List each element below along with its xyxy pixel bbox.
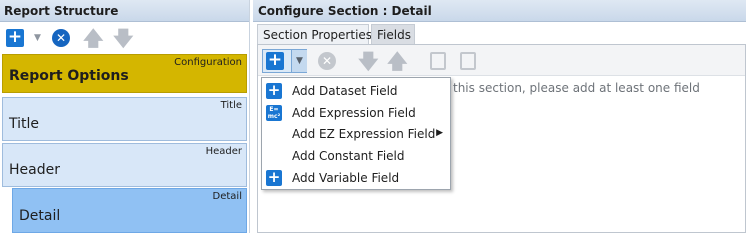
menu-item-add-ez-expression-field[interactable]: Add EZ Expression Field ▶ (262, 123, 450, 145)
tab-section-properties[interactable]: Section Properties (257, 24, 372, 44)
section-name: Header (9, 162, 60, 178)
plus-square-icon[interactable]: + (266, 52, 284, 70)
menu-item-label: Add Dataset Field (292, 84, 398, 98)
section-name: Report Options (9, 68, 129, 84)
section-name: Detail (19, 208, 61, 224)
section-header[interactable]: Header Header (2, 143, 247, 187)
section-report-options[interactable]: Configuration Report Options (2, 54, 247, 93)
menu-item-label: Add Constant Field (292, 149, 405, 163)
add-field-split-button[interactable]: + ▼ (262, 49, 307, 73)
section-detail[interactable]: Detail Detail (12, 188, 247, 233)
section-tag: Detail (212, 191, 242, 202)
menu-item-add-expression-field[interactable]: E= mc² Add Expression Field (262, 102, 450, 124)
add-field-menu: + Add Dataset Field E= mc² Add Expression… (261, 77, 451, 190)
arrow-up-icon[interactable]: 🡅 (387, 51, 408, 71)
plus-square-icon: + (266, 81, 282, 99)
section-title[interactable]: Title Title (2, 97, 247, 141)
fields-toolbar: + ▼ ✕ 🡇 🡅 (258, 45, 745, 76)
copy-icon[interactable] (430, 52, 446, 70)
section-tag: Configuration (174, 57, 242, 68)
section-tag: Title (220, 100, 242, 111)
menu-item-label: Add Variable Field (292, 171, 400, 185)
circle-x-icon[interactable]: ✕ (318, 52, 336, 70)
paste-icon[interactable] (460, 52, 476, 70)
tab-fields[interactable]: Fields (371, 24, 415, 44)
arrow-down-icon[interactable]: 🡇 (358, 51, 379, 71)
report-designer: Report Structure + ▼ ✕ 🡅 🡇 Configuration… (0, 0, 746, 233)
configure-section-title: Configure Section : Detail (253, 0, 746, 22)
chevron-down-icon[interactable]: ▼ (291, 50, 307, 72)
menu-item-add-constant-field[interactable]: Add Constant Field (262, 145, 450, 167)
chevron-down-icon[interactable]: ▼ (34, 33, 41, 43)
menu-item-add-dataset-field[interactable]: + Add Dataset Field (262, 80, 450, 102)
submenu-arrow-icon: ▶ (436, 128, 443, 138)
section-name: Title (9, 116, 40, 132)
plus-square-icon[interactable]: + (6, 29, 24, 47)
emc-formula-icon: E= mc² (266, 105, 282, 121)
menu-item-add-variable-field[interactable]: + Add Variable Field (262, 167, 450, 189)
arrow-down-icon[interactable]: 🡇 (113, 28, 134, 48)
circle-x-icon[interactable]: ✕ (52, 29, 70, 47)
report-structure-title: Report Structure (0, 0, 249, 22)
menu-item-label: Add EZ Expression Field (292, 127, 436, 141)
menu-item-label: Add Expression Field (292, 106, 416, 120)
empty-fields-hint: this section, please add at least one fi… (453, 81, 700, 95)
section-tag: Header (205, 146, 242, 157)
plus-square-icon: + (266, 168, 282, 186)
arrow-up-icon[interactable]: 🡅 (83, 28, 104, 48)
report-structure-toolbar: + ▼ ✕ 🡅 🡇 (0, 25, 249, 51)
report-structure-panel: Report Structure + ▼ ✕ 🡅 🡇 Configuration… (0, 0, 250, 233)
